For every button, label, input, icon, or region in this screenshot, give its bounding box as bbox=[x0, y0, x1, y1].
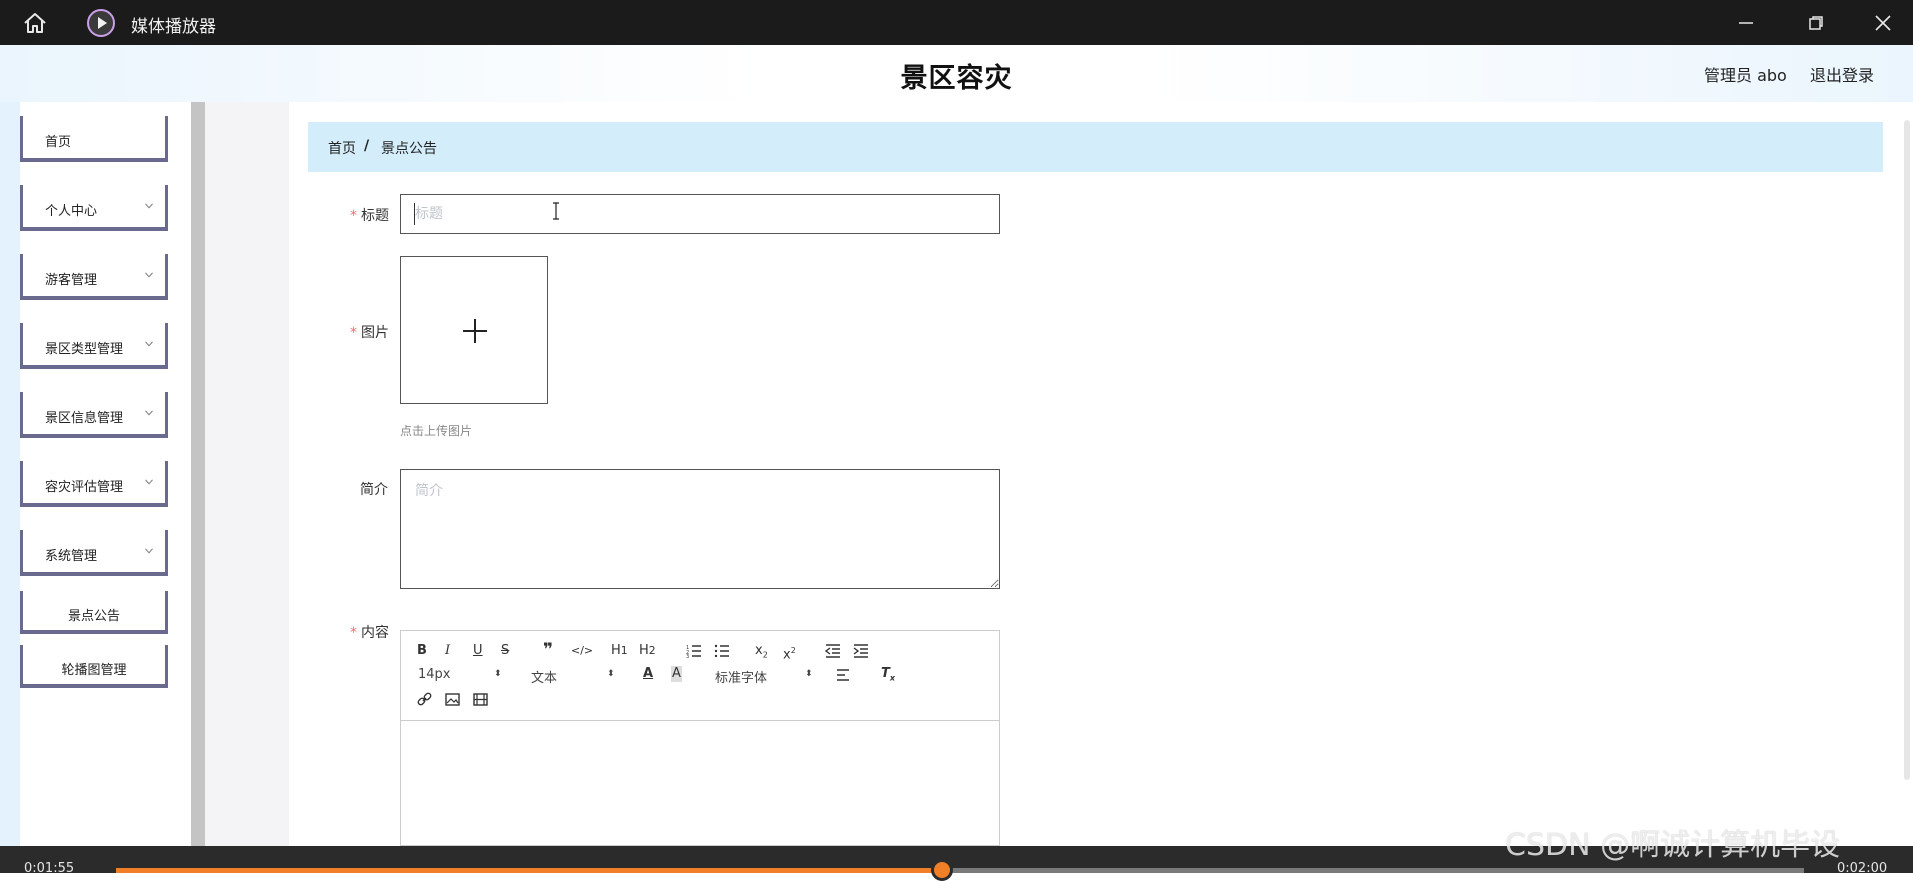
minimize-icon bbox=[1739, 21, 1753, 24]
chevron-down-icon bbox=[145, 479, 153, 485]
chevron-down-icon bbox=[145, 272, 153, 278]
image-icon[interactable] bbox=[445, 693, 460, 706]
outdent-icon[interactable] bbox=[825, 644, 841, 658]
breadcrumb-current: 景点公告 bbox=[381, 141, 437, 157]
required-star: * bbox=[350, 625, 357, 641]
close-icon bbox=[1875, 14, 1891, 31]
current-user-label: 管理员 abo bbox=[1704, 66, 1787, 85]
sidebar-item-visitor-management[interactable]: 游客管理 bbox=[20, 254, 168, 300]
ibeam-cursor-icon bbox=[553, 202, 559, 220]
sidebar-item-scenic-type-management[interactable]: 景区类型管理 bbox=[20, 323, 168, 369]
close-button[interactable] bbox=[1853, 0, 1913, 45]
sidebar-item-label: 景区信息管理 bbox=[45, 411, 124, 426]
home-icon[interactable] bbox=[22, 11, 48, 35]
text-caret bbox=[414, 203, 415, 225]
sidebar-scrollbar[interactable] bbox=[191, 102, 205, 846]
select-arrows-icon: ⬍ bbox=[805, 669, 813, 679]
ordered-list-icon[interactable]: 123 bbox=[686, 644, 702, 658]
header-select-value: 文本 bbox=[531, 671, 558, 686]
current-time: 0:01:55 bbox=[24, 861, 75, 876]
italic-icon[interactable]: I bbox=[445, 643, 450, 659]
total-time: 0:02:00 bbox=[1837, 861, 1888, 876]
breadcrumb-home-link[interactable]: 首页 bbox=[328, 138, 356, 158]
font-family-select[interactable]: 标准字体 ⬍ bbox=[715, 667, 813, 686]
subscript-icon[interactable]: x2 bbox=[755, 643, 768, 664]
bold-icon[interactable]: B bbox=[417, 643, 427, 659]
header-select[interactable]: 文本 ⬍ bbox=[531, 667, 615, 686]
strikethrough-icon[interactable]: S bbox=[501, 643, 509, 659]
sidebar-item-label: 景区类型管理 bbox=[45, 342, 124, 357]
player-app-title: 媒体播放器 bbox=[131, 17, 216, 37]
editor-content-area[interactable] bbox=[401, 721, 999, 845]
restore-icon bbox=[1809, 15, 1823, 30]
sidebar-item-label: 轮播图管理 bbox=[61, 663, 127, 678]
sidebar-item-carousel-management[interactable]: 轮播图管理 bbox=[20, 645, 168, 688]
watermark: CSDN @啊诚计算机毕设 bbox=[1505, 828, 1841, 863]
underline-icon[interactable]: U bbox=[473, 643, 483, 659]
required-star: * bbox=[350, 208, 357, 224]
sidebar-item-system-management[interactable]: 系统管理 bbox=[20, 530, 168, 576]
sidebar-item-label: 个人中心 bbox=[45, 204, 98, 219]
chevron-down-icon bbox=[145, 548, 153, 554]
heading-1-icon[interactable]: H1 bbox=[611, 643, 628, 659]
site-title: 景区容灾 bbox=[900, 63, 1013, 94]
minimize-button[interactable] bbox=[1716, 0, 1776, 45]
video-icon[interactable] bbox=[473, 693, 488, 706]
sidebar-item-scenic-announcement[interactable]: 景点公告 bbox=[20, 591, 168, 634]
heading-2-icon[interactable]: H2 bbox=[639, 643, 656, 659]
restore-button[interactable] bbox=[1786, 0, 1846, 45]
editor-toolbar: B I U S ❞ </> H1 H2 123 x2 x2 14px ⬍ 文本 … bbox=[401, 631, 999, 721]
chevron-down-icon bbox=[145, 203, 153, 209]
sidebar-item-label: 容灾评估管理 bbox=[45, 480, 124, 495]
title-input[interactable] bbox=[400, 194, 1000, 234]
sidebar-item-scenic-info-management[interactable]: 景区信息管理 bbox=[20, 392, 168, 438]
brief-textarea[interactable] bbox=[400, 469, 1000, 589]
bullet-list-icon[interactable] bbox=[714, 644, 730, 658]
logout-link[interactable]: 退出登录 bbox=[1810, 62, 1874, 86]
sidebar-item-disaster-assessment-management[interactable]: 容灾评估管理 bbox=[20, 461, 168, 507]
font-color-icon[interactable]: A bbox=[643, 666, 653, 682]
breadcrumb: 首页 / 景点公告 bbox=[308, 122, 1883, 172]
player-title-bar: 媒体播放器 bbox=[0, 0, 1913, 45]
superscript-icon[interactable]: x2 bbox=[783, 643, 796, 663]
chevron-down-icon bbox=[145, 341, 153, 347]
align-left-icon[interactable] bbox=[836, 669, 850, 681]
content-field-label: * 内容 bbox=[350, 625, 389, 641]
indent-icon[interactable] bbox=[853, 644, 869, 658]
content-gutter bbox=[205, 102, 289, 846]
image-field-label: * 图片 bbox=[350, 325, 389, 341]
seek-played-fill bbox=[116, 868, 943, 873]
sidebar-item-home[interactable]: 首页 bbox=[20, 116, 168, 162]
background-color-icon[interactable]: A bbox=[671, 666, 682, 682]
plus-icon bbox=[463, 319, 487, 343]
select-arrows-icon: ⬍ bbox=[494, 669, 502, 679]
sidebar-item-label: 景点公告 bbox=[67, 609, 120, 624]
svg-text:3: 3 bbox=[686, 654, 689, 658]
media-player-logo-icon bbox=[87, 9, 115, 37]
blockquote-icon[interactable]: ❞ bbox=[543, 642, 553, 659]
brief-field-label: 简介 bbox=[360, 482, 388, 498]
seek-thumb[interactable] bbox=[931, 859, 953, 881]
sidebar-item-label: 系统管理 bbox=[45, 549, 98, 564]
left-edge-strip bbox=[0, 102, 20, 846]
upload-tip: 点击上传图片 bbox=[400, 424, 473, 438]
clear-format-icon[interactable]: Tx bbox=[881, 666, 895, 687]
title-field-label: * 标题 bbox=[350, 208, 389, 224]
main-scrollbar[interactable] bbox=[1904, 120, 1910, 780]
link-icon[interactable] bbox=[417, 692, 432, 707]
font-family-value: 标准字体 bbox=[715, 671, 768, 686]
font-size-value: 14px bbox=[418, 667, 451, 682]
select-arrows-icon: ⬍ bbox=[607, 669, 615, 679]
chevron-down-icon bbox=[145, 410, 153, 416]
rich-text-editor: B I U S ❞ </> H1 H2 123 x2 x2 14px ⬍ 文本 … bbox=[400, 630, 1000, 846]
code-block-icon[interactable]: </> bbox=[571, 643, 593, 659]
sidebar-item-personal-center[interactable]: 个人中心 bbox=[20, 185, 168, 231]
image-upload-box[interactable] bbox=[400, 256, 548, 404]
breadcrumb-separator: / bbox=[364, 138, 370, 154]
required-star: * bbox=[350, 325, 357, 341]
font-size-select[interactable]: 14px ⬍ bbox=[418, 667, 502, 682]
page-header: 景区容灾 管理员 abo 退出登录 bbox=[0, 45, 1913, 102]
sidebar-item-label: 游客管理 bbox=[45, 273, 98, 288]
sidebar-item-label: 首页 bbox=[45, 135, 72, 150]
